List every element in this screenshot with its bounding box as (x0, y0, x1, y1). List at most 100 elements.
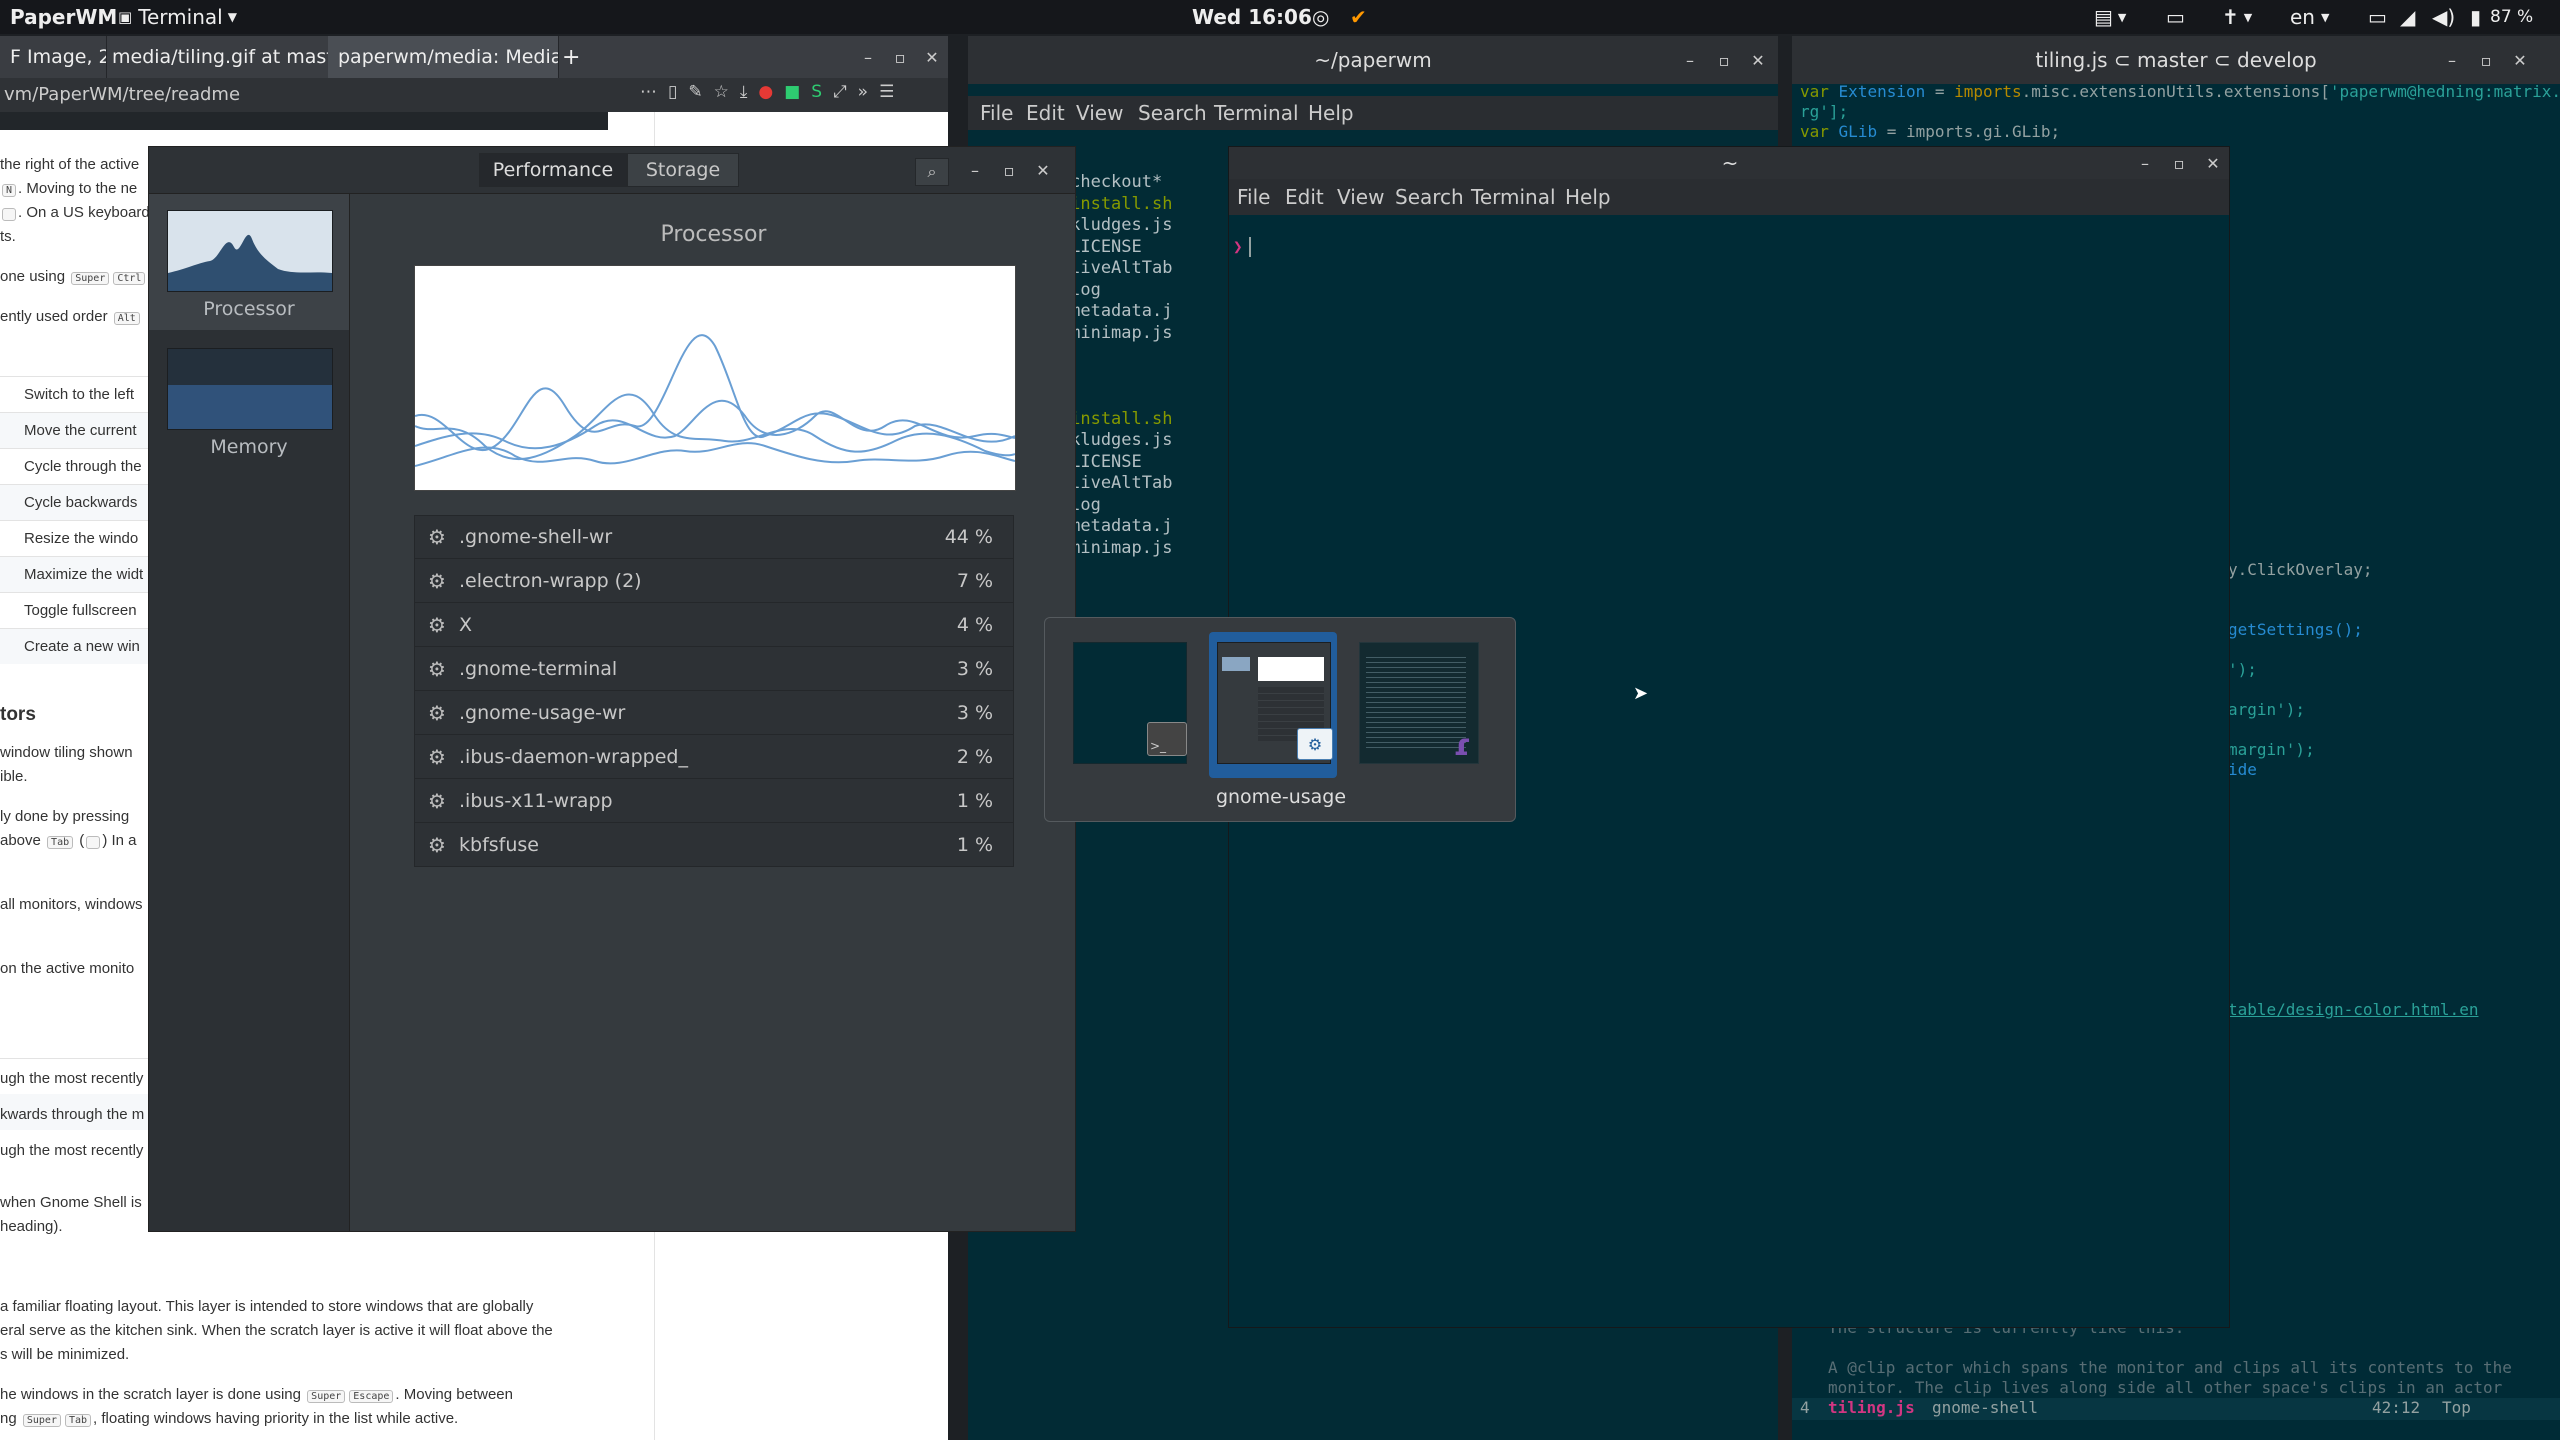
new-tab-button[interactable]: + (552, 36, 598, 78)
switcher-label: gnome-usage (1215, 786, 1347, 808)
process-row[interactable]: ⚙ .gnome-usage-wr 3 % (414, 691, 1014, 735)
code-fragment: ide (2228, 760, 2257, 779)
top-bar: PaperWM ▣ Terminal ▼ Wed 16:06 ◎ ✔ ▤ ▼ ▭… (0, 0, 2560, 34)
close-icon[interactable]: ✕ (920, 45, 944, 69)
clipboard-icon[interactable]: ▤ ▼ (2094, 0, 2126, 34)
terminal-app-icon: ▣ (118, 8, 133, 26)
menu-search[interactable]: Search (1395, 179, 1464, 215)
process-row[interactable]: ⚙ .gnome-terminal 3 % (414, 647, 1014, 691)
page-text: ugh the most recently (0, 1142, 144, 1159)
toolbar-icons[interactable]: ⋯▯✎☆⤓●■S⤢»☰ (640, 82, 905, 102)
process-cpu-percent: 7 % (956, 569, 993, 592)
tab-storage[interactable]: Storage (627, 153, 739, 187)
minimize-icon[interactable]: – (856, 45, 880, 69)
tab-image[interactable]: F Image, 2 (0, 36, 107, 78)
gnome-usage-app-icon: ⚙ (1297, 728, 1333, 760)
page-text: when Gnome Shell is (0, 1194, 142, 1211)
window-title: ~/paperwm (968, 36, 1778, 84)
kbd-key: Alt (113, 312, 140, 325)
app-menu[interactable]: ▣ Terminal ▼ (118, 0, 237, 34)
switcher-item-terminal[interactable]: >_ (1067, 632, 1195, 778)
process-gear-icon: ⚙ (428, 612, 446, 637)
menu-edit[interactable]: Edit (1026, 96, 1065, 130)
battery-icon[interactable]: ▮ (2470, 0, 2481, 34)
maximize-icon[interactable]: ▫ (2167, 151, 2191, 175)
menu-search[interactable]: Search (1138, 96, 1207, 130)
process-row[interactable]: ⚙ .ibus-daemon-wrapped_ 2 % (414, 735, 1014, 779)
page-text-kbd: N. Moving to the ne (0, 180, 137, 197)
workspace-name[interactable]: PaperWM (10, 0, 117, 34)
code-link[interactable]: table/design-color.html.en (2228, 1000, 2478, 1019)
minimize-icon[interactable]: – (963, 158, 987, 182)
minimize-icon[interactable]: – (2440, 48, 2464, 72)
process-name: .ibus-x11-wrapp (459, 789, 613, 812)
menu-file[interactable]: File (1237, 179, 1270, 215)
minimize-icon[interactable]: – (1678, 48, 1702, 72)
table-row: Switch to the left (0, 376, 160, 412)
table-row: Toggle fullscreen (0, 592, 160, 628)
page-text: ts. (0, 228, 16, 245)
close-icon[interactable]: ✕ (2201, 151, 2225, 175)
code-fragment: getSettings(); (2228, 620, 2363, 639)
page-text: one using (0, 268, 66, 285)
code-fragment: margin'); (2228, 740, 2315, 759)
processor-chart-svg (414, 334, 1016, 467)
menu-terminal[interactable]: Terminal (1471, 179, 1556, 215)
maximize-icon[interactable]: ▫ (997, 158, 1021, 182)
display-icon[interactable]: ▭ (2368, 0, 2387, 34)
sidebar-item-processor[interactable]: Processor (149, 194, 349, 330)
sidebar: Processor Memory (149, 194, 350, 1231)
process-gear-icon: ⚙ (428, 788, 446, 813)
maximize-icon[interactable]: ▫ (1712, 48, 1736, 72)
header-bar: Performance Storage ⌕ – ▫ ✕ (149, 147, 1075, 194)
menu-help[interactable]: Help (1308, 96, 1354, 130)
modeline-file: tiling.js (1828, 1398, 1915, 1417)
page-text: eral serve as the kitchen sink. When the… (0, 1322, 553, 1339)
volume-icon[interactable]: ◀) (2432, 0, 2455, 34)
process-row[interactable]: ⚙ .electron-wrapp (2) 7 % (414, 559, 1014, 603)
close-icon[interactable]: ✕ (1031, 158, 1055, 182)
menu-terminal[interactable]: Terminal (1214, 96, 1299, 130)
processor-mini-graph (168, 234, 332, 291)
wifi-icon[interactable]: ◢ (2400, 0, 2415, 34)
menu-view[interactable]: View (1076, 96, 1123, 130)
process-row[interactable]: ⚙ .gnome-shell-wr 44 % (414, 515, 1014, 559)
process-cpu-percent: 4 % (956, 613, 993, 636)
maximize-icon[interactable]: ▫ (2474, 48, 2498, 72)
screenshot-icon[interactable]: ◎ (1312, 0, 1329, 34)
scrollbar[interactable] (2548, 136, 2556, 1396)
page-text: window tiling shown (0, 744, 133, 761)
language-label: en (2290, 5, 2315, 29)
accessibility-icon[interactable]: ✝ ▼ (2222, 0, 2252, 34)
menu-view[interactable]: View (1337, 179, 1384, 215)
process-name: .ibus-daemon-wrapped_ (459, 745, 688, 768)
menu-file[interactable]: File (980, 96, 1013, 130)
process-cpu-percent: 3 % (956, 701, 993, 724)
menu-edit[interactable]: Edit (1285, 179, 1324, 215)
switcher-item-gnome-usage[interactable]: ⚙ (1209, 632, 1337, 778)
switcher-item-emacs[interactable]: ɾ (1353, 632, 1481, 778)
url-bar[interactable]: vm/PaperWM/tree/readme ⋯▯✎☆⤓●■S⤢»☰ (0, 78, 948, 112)
tab-performance[interactable]: Performance (479, 153, 627, 187)
tab-paperwm-media[interactable]: paperwm/media: Media (328, 36, 559, 78)
process-row[interactable]: ⚙ X 4 % (414, 603, 1014, 647)
table-cell: Cycle through the (24, 458, 142, 475)
close-icon[interactable]: ✕ (2508, 48, 2532, 72)
clock[interactable]: Wed 16:06 (1192, 0, 1312, 34)
tab-label: media/tiling.gif at mast (112, 46, 333, 68)
window-icon[interactable]: ▭ (2166, 0, 2185, 34)
menu-help[interactable]: Help (1565, 179, 1611, 215)
process-gear-icon: ⚙ (428, 568, 446, 593)
check-icon[interactable]: ✔ (1350, 0, 1367, 34)
process-row[interactable]: ⚙ kbfsfuse 1 % (414, 823, 1014, 867)
maximize-icon[interactable]: ▫ (888, 45, 912, 69)
process-gear-icon: ⚙ (428, 525, 446, 549)
tab-tiling-gif[interactable]: media/tiling.gif at mast (102, 36, 333, 78)
minimize-icon[interactable]: – (2133, 151, 2157, 175)
close-icon[interactable]: ✕ (1746, 48, 1770, 72)
language-indicator[interactable]: en ▼ (2290, 0, 2329, 34)
search-icon[interactable]: ⌕ (915, 158, 949, 186)
sidebar-item-memory[interactable]: Memory (149, 332, 349, 468)
process-row[interactable]: ⚙ .ibus-x11-wrapp 1 % (414, 779, 1014, 823)
kbd-key: Escape (349, 1390, 394, 1403)
